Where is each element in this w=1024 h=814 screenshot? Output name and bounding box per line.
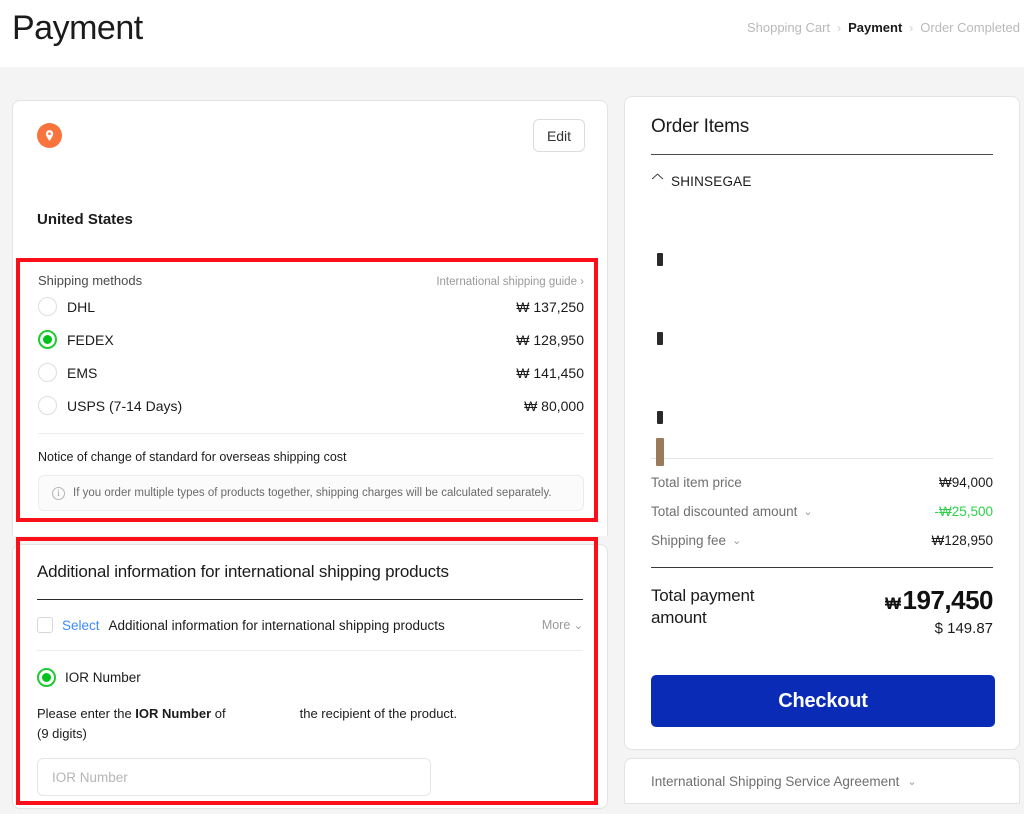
radio-ems[interactable]: [38, 363, 57, 382]
currency-symbol-won: ₩: [884, 594, 901, 613]
shipping-methods-section: Shipping methods International shipping …: [14, 263, 608, 511]
order-item-thumbnail-fragment: [657, 411, 663, 424]
grand-total-krw-amount: 197,450: [902, 585, 994, 615]
location-pin-icon: [37, 123, 62, 148]
total-row-item-price: Total item price ₩94,000: [651, 468, 993, 497]
divider: [651, 154, 993, 155]
left-column: Edit United States Shipping methods Inte…: [12, 100, 608, 809]
total-discount-label: Total discounted amount: [651, 504, 798, 519]
radio-usps[interactable]: [38, 396, 57, 415]
radio-ior-number[interactable]: [37, 668, 56, 687]
merchant-name: SHINSEGAE: [671, 173, 752, 189]
checkout-button[interactable]: Checkout: [651, 675, 995, 727]
divider: [38, 433, 584, 434]
shipping-cost-notice-title: Notice of change of standard for oversea…: [38, 450, 347, 464]
more-label: More: [541, 618, 571, 632]
shipping-option-fedex[interactable]: FEDEX ₩ 128,950: [38, 325, 584, 354]
divider: [651, 567, 993, 568]
chevron-right-icon: ›: [909, 20, 914, 35]
payment-page: Payment Shopping Cart › Payment › Order …: [0, 0, 1024, 814]
breadcrumb-item-payment[interactable]: Payment: [848, 20, 902, 35]
order-summary-card: Order Items SHINSEGAE Total item price ₩…: [624, 96, 1020, 750]
divider: [37, 650, 583, 651]
order-items-title: Order Items: [651, 116, 750, 137]
page-header: Payment Shopping Cart › Payment › Order …: [0, 0, 1024, 67]
ior-desc-suffix: the recipient of the product.: [299, 706, 458, 721]
total-row-discount[interactable]: Total discounted amount ⌄ -₩25,500: [651, 497, 993, 526]
info-icon: i: [52, 486, 65, 500]
shipping-fee-value: ₩128,950: [931, 533, 993, 548]
shipping-agreement-label: International Shipping Service Agreement: [651, 773, 900, 789]
shipping-agreement-card[interactable]: International Shipping Service Agreement…: [624, 758, 1020, 804]
shipping-fee-label: Shipping fee: [651, 533, 727, 548]
select-link[interactable]: Select: [62, 618, 100, 633]
breadcrumb-item-order-completed[interactable]: Order Completed: [920, 20, 1020, 35]
shipping-option-price: ₩ 141,450: [516, 364, 584, 381]
grand-total-krw: ₩197,450: [884, 585, 994, 616]
shipping-option-label: FEDEX: [67, 331, 114, 348]
order-item-thumbnail-fragment: [656, 438, 664, 466]
right-column: Order Items SHINSEGAE Total item price ₩…: [624, 96, 1020, 804]
additional-select-row[interactable]: Select Additional information for intern…: [37, 600, 583, 650]
shipping-option-dhl[interactable]: DHL ₩ 137,250: [38, 292, 584, 321]
total-item-price-value: ₩94,000: [938, 475, 993, 490]
ior-desc-mid: of: [211, 706, 226, 721]
ior-number-input[interactable]: [37, 758, 431, 796]
shipping-option-usps[interactable]: USPS (7-14 Days) ₩ 80,000: [38, 391, 584, 420]
grand-total-usd: $ 149.87: [934, 620, 993, 637]
breadcrumb: Shopping Cart › Payment › Order Complete…: [747, 20, 1020, 35]
total-row-shipping-fee[interactable]: Shipping fee ⌄ ₩128,950: [651, 526, 993, 555]
chevron-right-icon: ›: [837, 20, 842, 35]
ior-desc-digits: (9 digits): [37, 726, 87, 741]
shipping-option-price: ₩ 128,950: [516, 331, 584, 348]
additional-information-title: Additional information for international…: [37, 562, 449, 581]
ior-number-option-label: IOR Number: [65, 670, 141, 685]
ior-desc-bold: IOR Number: [135, 706, 212, 721]
shipping-option-label: DHL: [67, 298, 96, 315]
chevron-down-icon[interactable]: ⌄: [803, 505, 812, 518]
shipping-option-price: ₩ 137,250: [516, 298, 584, 315]
international-shipping-guide-link[interactable]: International shipping guide ›: [436, 276, 584, 288]
ior-desc-prefix: Please enter the: [37, 706, 136, 721]
radio-fedex[interactable]: [38, 330, 57, 349]
breadcrumb-item-shopping-cart[interactable]: Shopping Cart: [747, 20, 830, 35]
edit-address-button[interactable]: Edit: [533, 119, 585, 152]
chevron-down-icon[interactable]: ⌄: [732, 534, 741, 547]
merchant-row: SHINSEGAE: [651, 172, 993, 190]
shipping-option-price: ₩ 80,000: [524, 397, 584, 414]
radio-dhl[interactable]: [38, 297, 57, 316]
shipping-option-label: USPS (7-14 Days): [67, 397, 183, 414]
ior-number-description: Please enter the IOR Number of the recipi…: [37, 704, 583, 744]
additional-select-label: Additional information for international…: [108, 617, 445, 633]
grand-total-values: ₩197,450 $ 149.87: [884, 585, 994, 637]
ior-number-option[interactable]: IOR Number: [37, 668, 583, 687]
chevron-down-icon[interactable]: ⌄: [907, 775, 916, 788]
shipping-cost-notice-box: i If you order multiple types of product…: [38, 475, 584, 511]
page-title: Payment: [12, 9, 143, 47]
order-item-thumbnail-fragment: [657, 253, 663, 266]
order-items-list: [651, 190, 993, 466]
grand-total-label: Total payment amount: [651, 586, 755, 627]
chevron-down-icon: ⌄: [573, 620, 583, 632]
order-item-thumbnail-fragment: [657, 332, 663, 345]
shipping-methods-label: Shipping methods: [38, 273, 143, 288]
shipping-address-card: Edit United States Shipping methods Inte…: [12, 100, 608, 536]
shipping-country: United States: [37, 211, 133, 228]
additional-select-checkbox[interactable]: [37, 617, 53, 633]
shipping-option-label: EMS: [67, 364, 98, 381]
additional-information-card: Additional information for international…: [12, 544, 608, 809]
shipping-methods-header: Shipping methods International shipping …: [38, 263, 584, 288]
store-home-icon: [651, 172, 664, 190]
grand-total-row: Total payment amount ₩197,450 $ 149.87: [651, 585, 994, 637]
total-item-price-label: Total item price: [651, 475, 742, 490]
shipping-option-ems[interactable]: EMS ₩ 141,450: [38, 358, 584, 387]
shipping-cost-notice-text: If you order multiple types of products …: [73, 487, 552, 499]
total-discount-value: -₩25,500: [934, 504, 993, 519]
more-toggle[interactable]: More ⌄: [542, 618, 583, 632]
